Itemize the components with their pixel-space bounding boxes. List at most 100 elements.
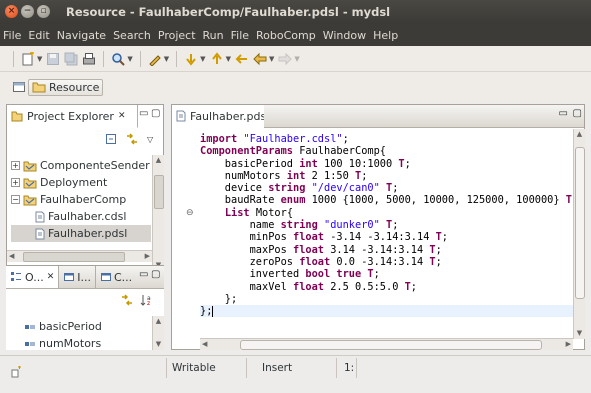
link-with-editor-icon[interactable]	[120, 294, 134, 306]
minimize-view-icon[interactable]: ▭	[139, 269, 148, 280]
save-icon[interactable]	[46, 52, 60, 66]
search-icon[interactable]	[111, 52, 126, 66]
explorer-horizontal-scrollbar[interactable]: ◀ ▶	[7, 250, 152, 262]
project-tree: + ComponenteSender + Deployment − FaulhaberCo…	[11, 157, 151, 242]
menu-window[interactable]: Window	[320, 29, 370, 42]
gutter-line	[186, 145, 194, 157]
code-line: zeroPos float 0.0 -3.14:3.14 T;	[200, 256, 578, 268]
tree-item[interactable]: Faulhaber.pdsl	[11, 225, 151, 242]
code-text: zeroPos	[200, 255, 300, 268]
scroll-up-icon[interactable]: ▲	[574, 129, 585, 140]
scroll-right-icon[interactable]: ▶	[145, 251, 150, 262]
menu-project[interactable]: Project	[155, 29, 200, 42]
tab-outline[interactable]: O... ✕	[6, 266, 60, 288]
editor-horizontal-scrollbar[interactable]: ◀ ▶	[200, 338, 573, 350]
previous-annotation-icon[interactable]	[210, 51, 224, 66]
next-annotation-dropdown-icon[interactable]: ▼	[200, 55, 205, 63]
editor-tab-label: Faulhaber.pdsl	[190, 109, 270, 123]
menu-robocomp[interactable]: RoboComp	[253, 29, 320, 42]
sort-alphabetically-icon[interactable]: az	[140, 294, 154, 306]
scroll-up-icon[interactable]: ▲	[153, 155, 164, 166]
tree-item[interactable]: + ComponenteSender	[11, 157, 151, 174]
scroll-up-icon[interactable]: ▲	[153, 316, 164, 327]
code-text: ;	[392, 182, 399, 195]
maximize-window-button[interactable]: ▫	[37, 5, 50, 18]
scroll-down-icon[interactable]: ▼	[153, 339, 164, 350]
explorer-vertical-scrollbar[interactable]: ▲ ▼	[152, 155, 164, 271]
search-dropdown-icon[interactable]: ▼	[127, 55, 132, 63]
outline-item[interactable]: numMotors	[24, 335, 102, 352]
outline-vertical-scrollbar[interactable]: ▲ ▼	[152, 316, 164, 350]
maximize-view-icon[interactable]: ▢	[151, 269, 160, 280]
code-text: 3.14 -3.14:3.14	[324, 243, 430, 256]
new-dropdown-icon[interactable]: ▼	[37, 55, 42, 63]
maximize-view-icon[interactable]: ▢	[573, 108, 582, 119]
code-editor[interactable]: import "Faulhaber.cdsl"; ComponentParams …	[200, 133, 579, 318]
code-line: maxVel float 2.5 0.5:5.0 T;	[200, 281, 578, 293]
tree-item[interactable]: Faulhaber.cdsl	[11, 208, 151, 225]
fold-toggle-icon[interactable]: ⊖	[186, 207, 194, 219]
tab-third-view[interactable]: C...	[96, 266, 136, 288]
expand-icon[interactable]: +	[11, 161, 20, 170]
expand-icon[interactable]: +	[11, 178, 20, 187]
scroll-down-icon[interactable]: ▼	[574, 328, 585, 339]
next-annotation-icon[interactable]	[184, 52, 198, 66]
project-folder-icon	[23, 177, 37, 189]
edit-dropdown-icon[interactable]: ▼	[164, 55, 169, 63]
edit-pen-icon[interactable]	[148, 52, 162, 66]
view-menu-icon[interactable]: ▽	[147, 135, 153, 144]
code-text: FaulhaberComp{	[293, 145, 386, 158]
previous-annotation-dropdown-icon[interactable]: ▼	[226, 55, 231, 63]
menu-edit[interactable]: Edit	[25, 29, 53, 42]
outline-item[interactable]: basicPeriod	[24, 318, 102, 335]
outline-list: basicPeriod numMotors	[24, 318, 102, 352]
collapse-icon[interactable]: −	[11, 195, 20, 204]
forward-dropdown-icon[interactable]: ▼	[294, 55, 299, 63]
menu-search[interactable]: Search	[110, 29, 155, 42]
tab-project-explorer[interactable]: Project Explorer ✕	[7, 105, 138, 128]
minimize-view-icon[interactable]: ▭	[559, 108, 568, 119]
scroll-thumb[interactable]	[575, 147, 585, 299]
collapse-all-icon[interactable]	[105, 133, 117, 145]
maximize-view-icon[interactable]: ▢	[151, 108, 160, 119]
menu-file[interactable]: File	[0, 29, 25, 42]
third-view-tab-label: C...	[113, 270, 133, 284]
tree-item[interactable]: − FaulhaberComp	[11, 191, 151, 208]
menu-run[interactable]: Run	[200, 29, 228, 42]
toolbar-separator	[13, 50, 14, 67]
last-edit-location-icon[interactable]	[235, 52, 249, 66]
link-with-editor-icon[interactable]	[125, 133, 139, 145]
code-line: };	[200, 293, 578, 305]
close-tab-icon[interactable]: ✕	[118, 111, 126, 121]
tab-second-view[interactable]: I...	[59, 266, 96, 288]
tab-faulhaber-pdsl[interactable]: Faulhaber.pdsl ✕	[172, 105, 281, 128]
minimize-window-button[interactable]: −	[21, 5, 34, 18]
scroll-right-icon[interactable]: ▶	[566, 339, 571, 350]
resource-perspective-button[interactable]: Resource	[28, 78, 104, 96]
perspective-bar: Resource	[0, 72, 591, 102]
editor-vertical-scrollbar[interactable]: ▲ ▼	[573, 129, 585, 339]
tree-item[interactable]: + Deployment	[11, 174, 151, 191]
menu-file[interactable]: File	[228, 29, 253, 42]
menu-navigate[interactable]: Navigate	[54, 29, 110, 42]
save-all-icon[interactable]	[64, 52, 78, 66]
scroll-thumb[interactable]	[154, 175, 164, 209]
menu-help[interactable]: Help	[370, 29, 402, 42]
back-icon[interactable]	[253, 52, 267, 66]
minimize-view-icon[interactable]: ▭	[139, 108, 148, 119]
scroll-left-icon[interactable]: ◀	[202, 339, 207, 350]
open-perspective-icon[interactable]	[12, 80, 26, 94]
new-wizard-icon[interactable]	[21, 51, 35, 66]
scroll-left-icon[interactable]: ◀	[9, 251, 14, 262]
code-text: ;	[361, 169, 368, 182]
code-text: };	[200, 305, 213, 318]
close-tab-icon[interactable]: ✕	[47, 272, 55, 282]
scroll-thumb[interactable]	[23, 252, 125, 262]
close-window-button[interactable]: ×	[5, 5, 18, 18]
scroll-thumb[interactable]	[240, 340, 542, 350]
back-dropdown-icon[interactable]: ▼	[269, 55, 274, 63]
fast-view-icon[interactable]	[10, 366, 22, 378]
forward-icon[interactable]	[278, 52, 293, 66]
print-icon[interactable]	[82, 52, 96, 66]
code-line: ComponentParams FaulhaberComp{	[200, 145, 578, 157]
